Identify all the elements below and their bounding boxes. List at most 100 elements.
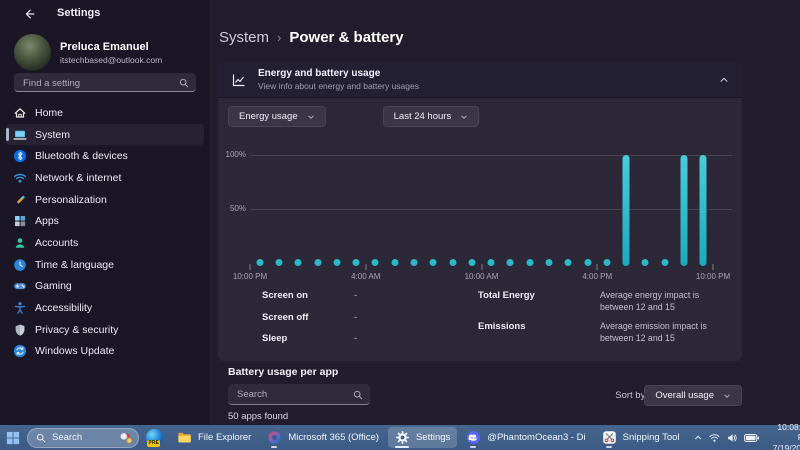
sidebar-item-label: Accounts xyxy=(35,237,78,249)
stat-label: Sleep xyxy=(262,333,354,344)
taskbar-app-settings[interactable]: Settings xyxy=(388,427,457,448)
home-icon xyxy=(13,106,27,120)
app-search-box[interactable] xyxy=(228,384,370,405)
sidebar-item-label: Windows Update xyxy=(35,345,114,357)
stats-column-right: Total EnergyAverage energy impact is bet… xyxy=(478,290,734,355)
stat-row-total-energy: Total EnergyAverage energy impact is bet… xyxy=(478,290,734,314)
y-axis-label-100: 100% xyxy=(220,150,246,159)
breadcrumb-separator: › xyxy=(277,30,281,45)
sidebar-item-apps[interactable]: Apps xyxy=(6,210,204,232)
sidebar-item-label: Privacy & security xyxy=(35,324,118,336)
sidebar-item-label: Time & language xyxy=(35,259,114,271)
app-search-input[interactable] xyxy=(228,385,370,405)
metric-dropdown[interactable]: Energy usage xyxy=(228,106,326,127)
start-button[interactable] xyxy=(6,427,20,448)
x-axis-tick xyxy=(713,264,714,270)
stat-label: Screen off xyxy=(262,312,354,323)
sidebar-item-label: Accessibility xyxy=(35,302,92,314)
range-dropdown[interactable]: Last 24 hours xyxy=(383,106,480,127)
snipping-tool-icon xyxy=(602,430,617,445)
search-icon xyxy=(179,78,189,88)
back-icon[interactable] xyxy=(22,7,36,21)
energy-card-header[interactable]: Energy and battery usage View info about… xyxy=(218,62,742,98)
taskbar-app-microsoft-365-office[interactable]: Microsoft 365 (Office) xyxy=(260,427,386,448)
personalization-icon xyxy=(13,193,27,207)
taskbar-app-phantomocean3-di[interactable]: @PhantomOcean3 - Di xyxy=(459,427,592,448)
sidebar-item-accounts[interactable]: Accounts xyxy=(6,232,204,254)
settings-gear-icon xyxy=(395,430,410,445)
sidebar-item-label: Personalization xyxy=(35,194,107,206)
bluetooth-icon xyxy=(13,149,27,163)
stat-row-screen-off: Screen off- xyxy=(262,312,478,323)
sort-dropdown[interactable]: Overall usage xyxy=(644,385,742,406)
chart-xticks: 10:00 PM4:00 AM10:00 AM4:00 PM10:00 PM xyxy=(250,262,713,284)
user-profile[interactable]: Preluca Emanuel itstechbased@outlook.com xyxy=(14,34,162,71)
search-highlight-icon xyxy=(119,431,133,445)
stat-value: Average energy impact is between 12 and … xyxy=(600,290,734,314)
energy-card-body: Energy usage Last 24 hours 100% 50% 10:0… xyxy=(218,98,742,361)
breadcrumb-parent[interactable]: System xyxy=(219,29,269,46)
x-axis-label: 10:00 PM xyxy=(696,272,730,281)
sidebar-item-system[interactable]: System xyxy=(6,124,204,146)
metric-dropdown-value: Energy usage xyxy=(239,111,298,122)
stat-value: - xyxy=(354,333,357,344)
tray-chevron-up-icon[interactable] xyxy=(694,433,702,442)
stat-row-emissions: EmissionsAverage emission impact is betw… xyxy=(478,321,734,345)
sidebar-item-label: Bluetooth & devices xyxy=(35,150,128,162)
network-icon xyxy=(13,171,27,185)
x-axis-label: 10:00 AM xyxy=(465,272,499,281)
stat-row-screen-on: Screen on- xyxy=(262,290,478,301)
taskbar-clock[interactable]: 10:08:24 PM 7/19/2023 xyxy=(767,422,800,450)
taskbar-app-label: File Explorer xyxy=(198,432,251,443)
chart-bar xyxy=(681,155,688,266)
taskbar-search-input[interactable] xyxy=(52,432,113,443)
settings-search-box[interactable] xyxy=(14,73,196,92)
page-title: Power & battery xyxy=(289,29,403,46)
chevron-up-icon[interactable] xyxy=(719,75,729,85)
energy-chart-plot xyxy=(250,155,713,262)
apps-icon xyxy=(13,214,27,228)
settings-search-input[interactable] xyxy=(14,75,196,93)
clock-time: 10:08:24 PM xyxy=(767,422,800,443)
taskbar-search[interactable] xyxy=(27,428,139,448)
volume-icon[interactable] xyxy=(727,432,738,444)
taskbar-app-snipping-tool[interactable]: Snipping Tool xyxy=(595,427,687,448)
sidebar-item-accessibility[interactable]: Accessibility xyxy=(6,297,204,319)
y-axis-label-50: 50% xyxy=(220,204,246,213)
gaming-icon xyxy=(13,279,27,293)
sidebar-item-bluetooth-devices[interactable]: Bluetooth & devices xyxy=(6,145,204,167)
sidebar-item-privacy-security[interactable]: Privacy & security xyxy=(6,319,204,341)
sidebar-item-windows-update[interactable]: Windows Update xyxy=(6,341,204,363)
energy-battery-usage-card: Energy and battery usage View info about… xyxy=(218,62,742,361)
x-axis-label: 4:00 AM xyxy=(351,272,380,281)
window-title: Settings xyxy=(57,7,100,19)
privacy-security-icon xyxy=(13,323,27,337)
avatar xyxy=(14,34,51,71)
chart-bar xyxy=(700,155,707,266)
accessibility-icon xyxy=(13,301,27,315)
stat-label: Emissions xyxy=(478,321,600,345)
taskbar-edge-preview[interactable]: PRE xyxy=(146,429,163,446)
profile-email: itstechbased@outlook.com xyxy=(60,55,162,65)
chevron-down-icon xyxy=(723,392,731,400)
sidebar-item-home[interactable]: Home xyxy=(6,102,204,124)
stat-row-sleep: Sleep- xyxy=(262,333,478,344)
energy-card-title: Energy and battery usage xyxy=(258,68,419,79)
energy-stats: Screen on-Screen off-Sleep- Total Energy… xyxy=(262,290,734,355)
taskbar-app-file-explorer[interactable]: File Explorer xyxy=(170,427,258,448)
sidebar-item-gaming[interactable]: Gaming xyxy=(6,276,204,298)
sidebar-nav: Home System Bluetooth & devices Network & i… xyxy=(0,102,210,362)
battery-per-app-heading: Battery usage per app xyxy=(228,366,338,378)
wifi-icon[interactable] xyxy=(709,432,720,444)
chart-bar xyxy=(623,155,630,266)
breadcrumb: System › Power & battery xyxy=(219,29,404,46)
x-axis-label: 10:00 PM xyxy=(233,272,267,281)
sidebar-item-personalization[interactable]: Personalization xyxy=(6,189,204,211)
sort-by-label: Sort by: xyxy=(615,390,648,401)
stat-label: Screen on xyxy=(262,290,354,301)
sidebar-item-network-internet[interactable]: Network & internet xyxy=(6,167,204,189)
sidebar-item-time-language[interactable]: Time & language xyxy=(6,254,204,276)
sidebar-item-label: Home xyxy=(35,107,63,119)
stat-value: - xyxy=(354,312,357,323)
battery-icon[interactable] xyxy=(744,433,759,443)
